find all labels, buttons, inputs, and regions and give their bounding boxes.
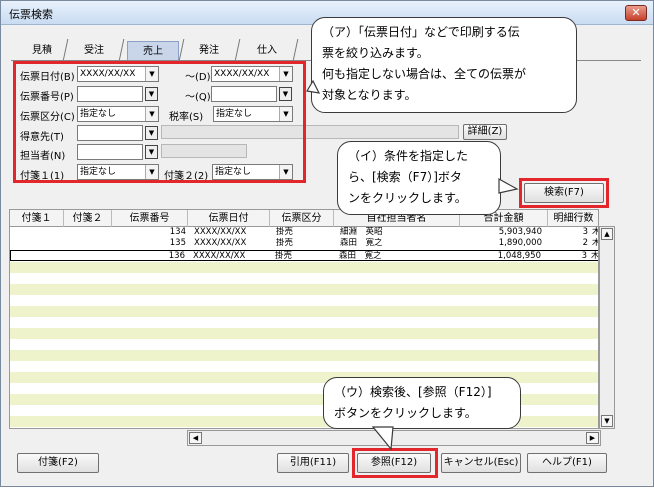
callout-c-pointer (371, 426, 394, 451)
callout-a-pointer (306, 79, 321, 94)
callout-b-pointer (498, 177, 519, 194)
search-window: 伝票検索 ✕ 見積 受注 売上 発注 仕入 伝票日付(B) XXXX/XX/XX… (0, 0, 654, 487)
callout-pointers (306, 79, 519, 451)
